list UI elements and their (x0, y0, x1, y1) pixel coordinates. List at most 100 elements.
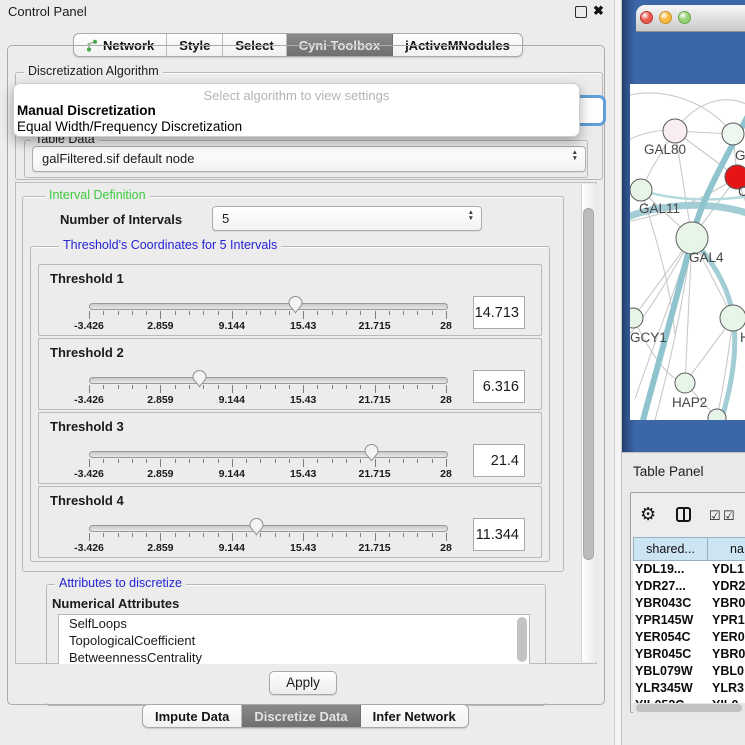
column-header-name[interactable]: na (707, 537, 745, 561)
tick-mark (360, 311, 361, 315)
threshold-value-input[interactable]: 11.344 (473, 518, 525, 551)
table-cell[interactable]: YER054C (635, 629, 707, 646)
dropdown-item-equal-width[interactable]: Equal Width/Frequency Discretization (17, 119, 242, 134)
tab-impute-data[interactable]: Impute Data (143, 705, 242, 727)
tick-mark (89, 459, 90, 467)
table-cell[interactable]: YBL079W (635, 663, 707, 680)
number-of-intervals-combobox[interactable]: 5 ▲▼ (212, 206, 482, 231)
split-columns-icon[interactable] (676, 507, 691, 522)
control-panel-titlebar: Control Panel ✖ (0, 0, 614, 24)
tick-mark (389, 311, 390, 315)
tick-mark (175, 385, 176, 389)
table-cell[interactable]: YDL1 (712, 561, 745, 578)
network-node[interactable] (663, 119, 687, 143)
panel-divider[interactable] (614, 0, 622, 745)
tick-label: 28 (440, 542, 452, 554)
close-light-icon[interactable] (640, 11, 653, 24)
list-item[interactable]: SelfLoops (59, 615, 529, 632)
tick-mark (275, 311, 276, 315)
network-node[interactable] (630, 179, 652, 201)
table-panel-title: Table Panel (633, 464, 704, 479)
tick-mark (246, 311, 247, 315)
tick-mark (332, 385, 333, 389)
interval-definition-title: Interval Definition (45, 188, 150, 202)
table-data-combobox[interactable]: galFiltered.sif default node ▲▼ (32, 146, 586, 172)
tick-mark (275, 533, 276, 537)
table-cell[interactable]: YBR045C (635, 646, 707, 663)
tick-mark (275, 459, 276, 463)
dropdown-item-manual[interactable]: Manual Discretization (17, 103, 156, 118)
tick-label: 21.715 (359, 542, 391, 554)
slider-thumb[interactable] (248, 516, 265, 541)
table-cell[interactable]: YLR3 (712, 680, 745, 697)
table-cell[interactable]: YDL19... (635, 561, 707, 578)
network-node[interactable] (675, 373, 695, 393)
tick-mark (103, 459, 104, 463)
tick-label: 28 (440, 468, 452, 480)
settings-gear-icon[interactable]: ⚙ (640, 504, 656, 525)
table-cell[interactable]: YBL0 (712, 663, 745, 680)
threshold-value-input[interactable]: 6.316 (473, 370, 525, 403)
network-node[interactable] (630, 308, 643, 328)
tab-discretize-data[interactable]: Discretize Data (242, 705, 360, 727)
network-node[interactable] (720, 305, 745, 331)
network-view-canvas[interactable]: GAL80GACGAL11GAL4GCY1HHAP2 (630, 84, 745, 420)
tick-mark (346, 311, 347, 315)
dropdown-hint: Select algorithm to view settings (14, 88, 579, 103)
network-node-label: GAL80 (644, 142, 686, 157)
close-panel-icon[interactable]: ✖ (593, 3, 604, 19)
tab-infer-network[interactable]: Infer Network (361, 705, 468, 727)
tick-mark (417, 385, 418, 389)
slider-track[interactable] (89, 451, 448, 458)
tick-mark (260, 311, 261, 315)
zoom-light-icon[interactable] (678, 11, 691, 24)
network-node[interactable] (722, 123, 744, 145)
threshold-value-input[interactable]: 21.4 (473, 444, 525, 477)
network-window-titlebar[interactable] (636, 5, 745, 32)
numerical-attributes-list[interactable]: SelfLoopsTopologicalCoefficientBetweenne… (58, 614, 530, 666)
column-toggle-icon[interactable]: ☑ (723, 508, 735, 524)
tick-mark (303, 385, 304, 393)
threshold-value-input[interactable]: 14.713 (473, 296, 525, 329)
table-cell[interactable]: YDR27... (635, 578, 707, 595)
horizontal-scrollbar[interactable] (633, 703, 745, 713)
tick-mark (346, 533, 347, 537)
list-scrollbar-thumb[interactable] (517, 617, 527, 662)
threshold-panel: Threshold 3-3.4262.8599.14415.4321.71528… (38, 412, 542, 484)
table-cell[interactable]: YBR0 (712, 595, 745, 612)
apply-button[interactable]: Apply (269, 671, 337, 695)
slider-track[interactable] (89, 377, 448, 384)
table-cell[interactable]: YLR345W (635, 680, 707, 697)
tick-mark (289, 385, 290, 389)
minimize-light-icon[interactable] (659, 11, 672, 24)
column-toggle-icon[interactable]: ☑ (709, 508, 721, 524)
tick-mark (160, 311, 161, 319)
stepper-arrows-icon: ▲▼ (572, 150, 578, 162)
slider-track[interactable] (89, 303, 448, 310)
float-window-icon[interactable] (575, 6, 587, 18)
table-cell[interactable]: YBR0 (712, 646, 745, 663)
table-cell[interactable]: YDR2 (712, 578, 745, 595)
column-header-shared[interactable]: shared... (633, 537, 708, 561)
thresholds-group-title: Threshold's Coordinates for 5 Intervals (59, 238, 281, 252)
table-cell[interactable]: YPR145W (635, 612, 707, 629)
table-cell[interactable]: YPR1 (712, 612, 745, 629)
slider-thumb[interactable] (287, 294, 304, 319)
tick-mark (332, 459, 333, 463)
slider-thumb[interactable] (191, 368, 208, 393)
tick-mark (246, 533, 247, 537)
tick-mark (317, 311, 318, 315)
slider-track[interactable] (89, 525, 448, 532)
slider-thumb[interactable] (363, 442, 380, 467)
table-cell[interactable]: YER0 (712, 629, 745, 646)
threshold-label: Threshold 3 (50, 419, 124, 434)
tick-mark (417, 311, 418, 315)
list-item[interactable]: TopologicalCoefficient (59, 632, 529, 649)
tick-mark (218, 459, 219, 463)
table-cell[interactable]: YBR043C (635, 595, 707, 612)
horizontal-scrollbar-thumb[interactable] (636, 704, 742, 712)
scrollbar-thumb[interactable] (583, 208, 594, 560)
tick-label: 15.43 (290, 542, 316, 554)
tick-mark (417, 533, 418, 537)
tick-mark (118, 385, 119, 389)
